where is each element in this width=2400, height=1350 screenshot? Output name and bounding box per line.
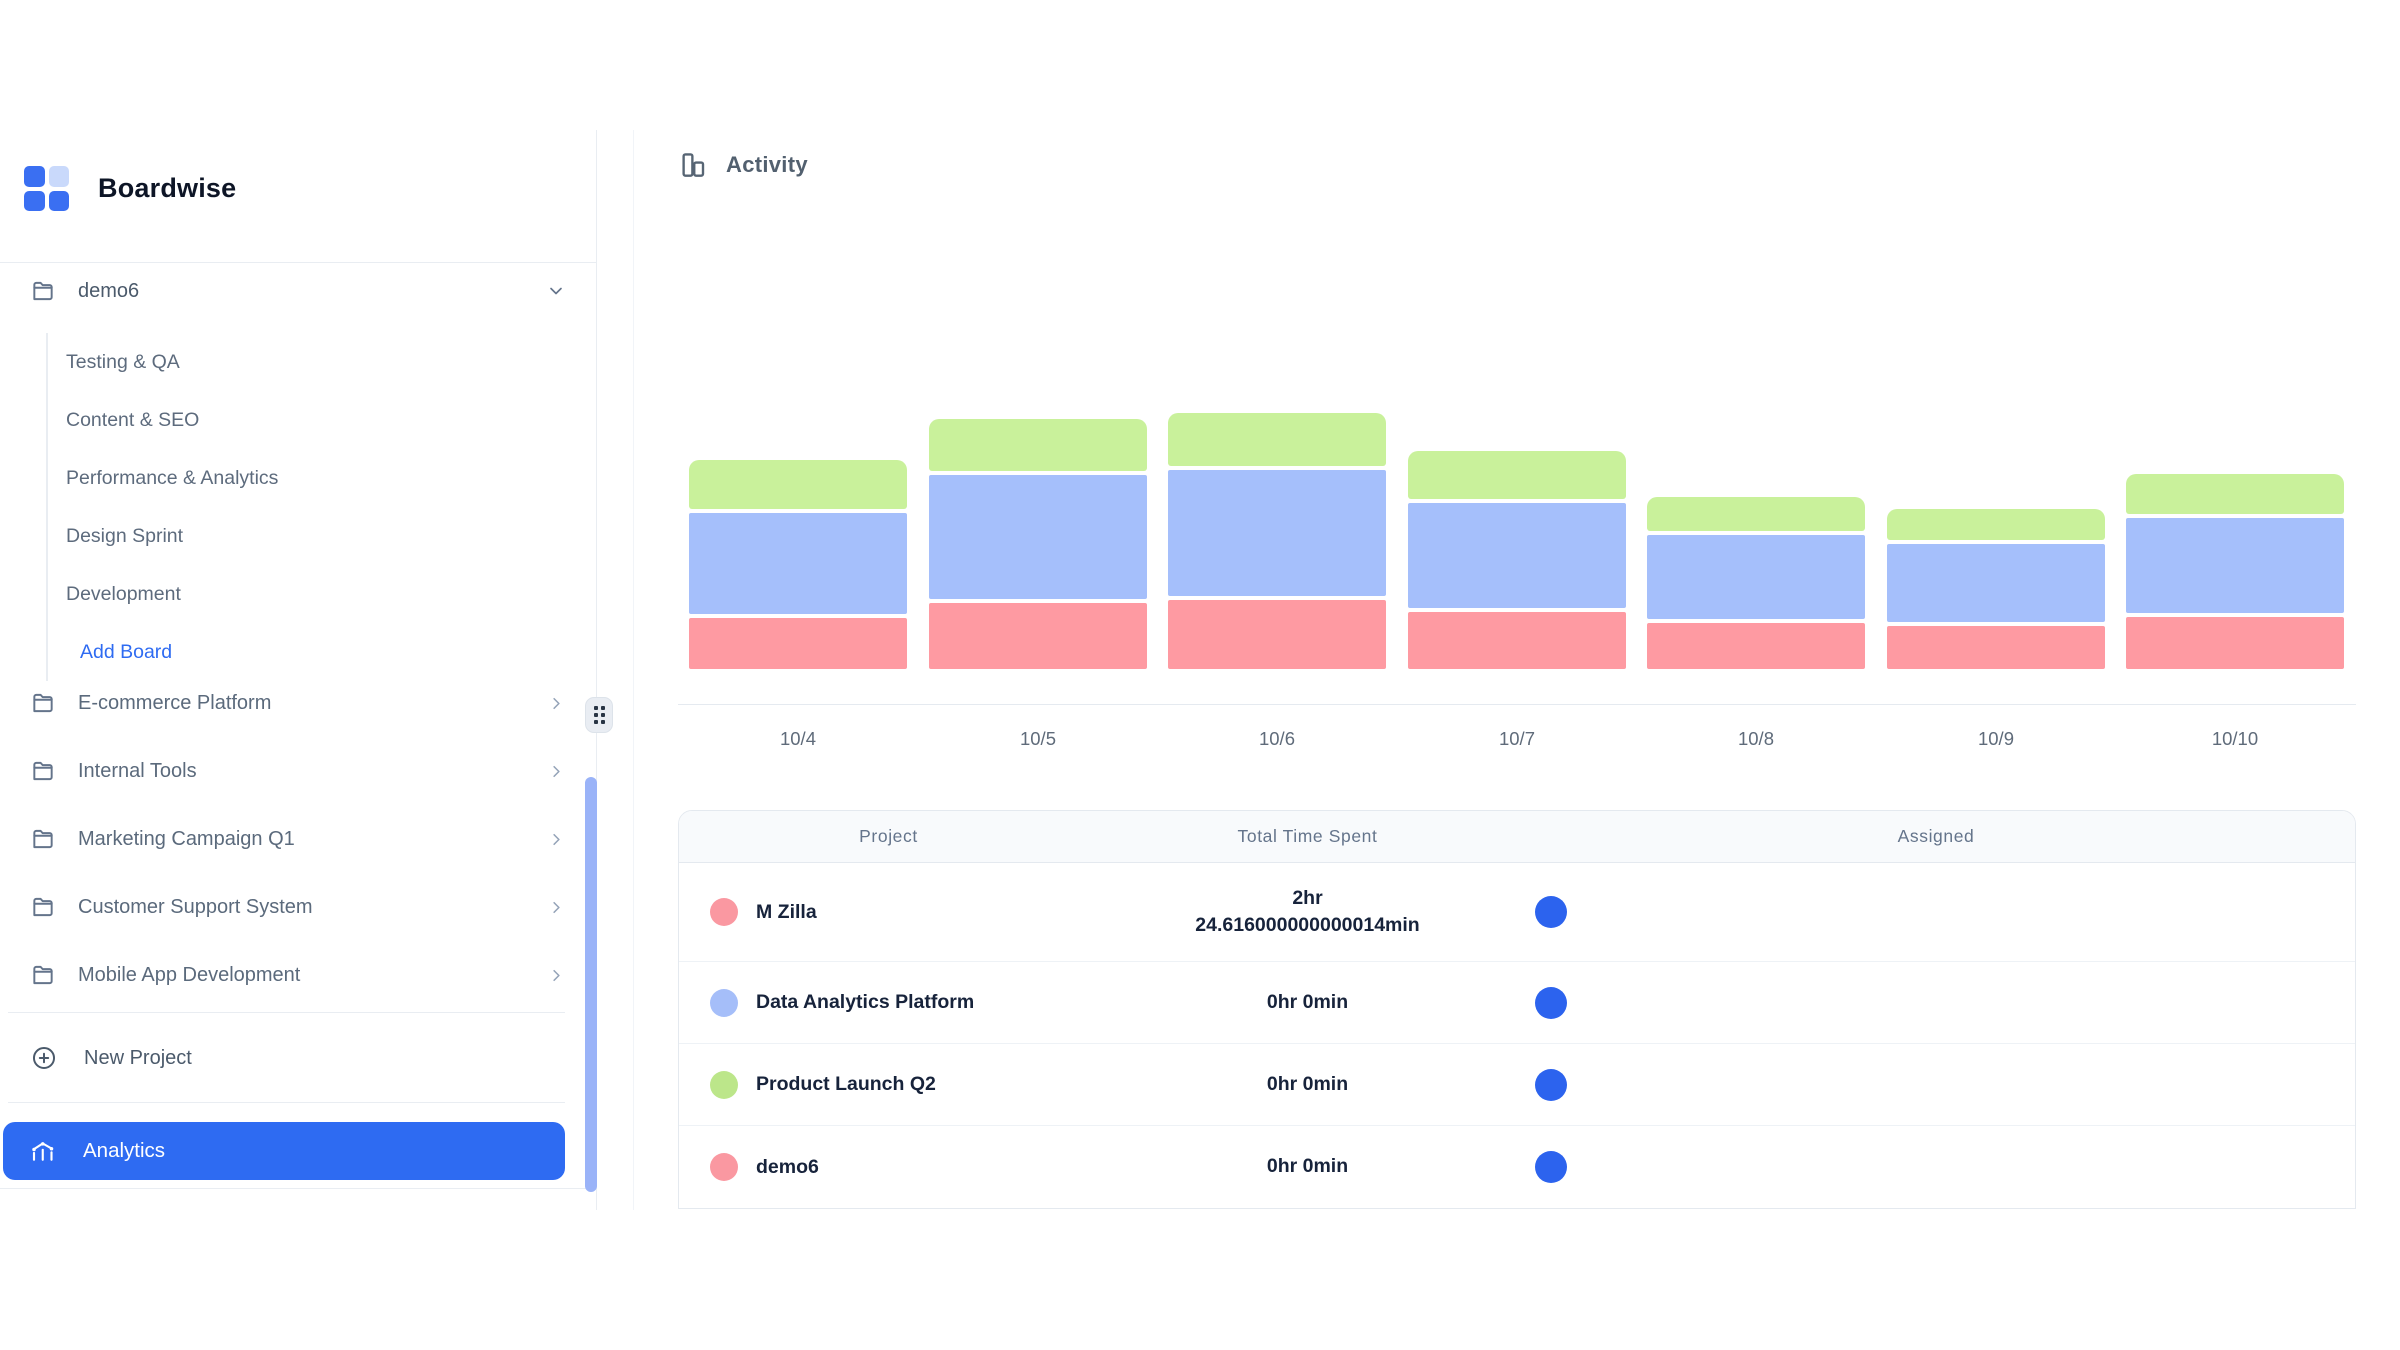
chevron-right-icon xyxy=(547,694,566,713)
assignee-avatar[interactable] xyxy=(1535,1069,1567,1101)
board-item-development[interactable]: Development xyxy=(66,565,546,623)
time-spent-table: Project Total Time Spent Assigned M Zill… xyxy=(678,810,2356,1209)
sidebar-item-internal-tools[interactable]: Internal Tools xyxy=(30,737,566,805)
bar-chart-icon xyxy=(678,150,708,180)
x-tick-label: 10/9 xyxy=(1887,728,2105,750)
sidebar-item-ecommerce-platform[interactable]: E-commerce Platform xyxy=(30,669,566,737)
folder-icon xyxy=(30,758,56,784)
board-item-testing-qa[interactable]: Testing & QA xyxy=(66,333,546,391)
table-row: Data Analytics Platform 0hr 0min xyxy=(679,962,2355,1044)
divider xyxy=(0,262,596,263)
new-project-label: New Project xyxy=(84,1047,192,1070)
sidebar-item-label: Internal Tools xyxy=(78,760,197,783)
total-time-value: 0hr 0min xyxy=(1267,1071,1348,1098)
plus-circle-icon xyxy=(30,1044,58,1072)
project-name: Product Launch Q2 xyxy=(756,1073,936,1096)
table-row: demo6 0hr 0min xyxy=(679,1126,2355,1208)
main-content-left-edge xyxy=(633,130,634,1210)
activity-chart: 10/4 10/5 10/6 10/7 10/8 10/9 10/10 xyxy=(678,400,2356,760)
project-name: demo6 xyxy=(756,1156,819,1179)
sidebar-item-label: Marketing Campaign Q1 xyxy=(78,828,295,851)
project-color-dot xyxy=(710,1153,738,1181)
total-time-value: 0hr 0min xyxy=(1267,989,1348,1016)
assignee-avatar[interactable] xyxy=(1535,896,1567,928)
stacked-bar-10-8[interactable] xyxy=(1647,497,1865,669)
table-row: Product Launch Q2 0hr 0min xyxy=(679,1044,2355,1126)
app-screen: Boardwise demo6 Testing & QA Content & S… xyxy=(0,0,2400,1350)
stacked-bar-10-6[interactable] xyxy=(1168,413,1386,669)
assignee-avatar[interactable] xyxy=(1535,1151,1567,1183)
sidebar-item-demo6[interactable]: demo6 xyxy=(30,268,566,314)
board-item-content-seo[interactable]: Content & SEO xyxy=(66,391,546,449)
project-name: Data Analytics Platform xyxy=(756,991,974,1014)
brand: Boardwise xyxy=(24,166,236,211)
chevron-right-icon xyxy=(547,762,566,781)
new-project-button[interactable]: New Project xyxy=(30,1032,550,1084)
sidebar-item-label: Mobile App Development xyxy=(78,964,300,987)
add-board-label: Add Board xyxy=(80,641,172,664)
analytics-chart-icon xyxy=(29,1136,59,1166)
x-tick-label: 10/6 xyxy=(1168,728,1386,750)
folder-icon xyxy=(30,278,56,304)
folder-icon xyxy=(30,894,56,920)
chevron-right-icon xyxy=(547,898,566,917)
chart-bars xyxy=(678,400,2356,669)
divider xyxy=(8,1012,565,1013)
board-item-label: Testing & QA xyxy=(66,351,180,374)
sidebar-item-customer-support-system[interactable]: Customer Support System xyxy=(30,873,566,941)
project-name: M Zilla xyxy=(756,901,817,924)
divider xyxy=(8,1102,565,1103)
project-list: E-commerce Platform Internal Tools Marke… xyxy=(30,669,566,1009)
x-tick-label: 10/10 xyxy=(2126,728,2344,750)
board-item-label: Development xyxy=(66,583,181,606)
chevron-down-icon xyxy=(546,281,566,301)
x-tick-label: 10/8 xyxy=(1647,728,1865,750)
stacked-bar-10-10[interactable] xyxy=(2126,474,2344,669)
boardwise-logo-icon xyxy=(24,166,69,211)
total-time-value: 0hr 0min xyxy=(1267,1153,1348,1180)
board-item-label: Performance & Analytics xyxy=(66,467,278,490)
x-axis-line xyxy=(678,704,2356,705)
sidebar-resize-grip[interactable] xyxy=(585,697,613,733)
stacked-bar-10-7[interactable] xyxy=(1408,451,1626,669)
stacked-bar-10-5[interactable] xyxy=(929,419,1147,669)
board-item-label: Design Sprint xyxy=(66,525,183,548)
folder-icon xyxy=(30,690,56,716)
sidebar-scrollbar-thumb[interactable] xyxy=(585,777,597,1192)
folder-icon xyxy=(30,962,56,988)
project-color-dot xyxy=(710,989,738,1017)
divider xyxy=(0,1188,596,1189)
project-color-dot xyxy=(710,1071,738,1099)
table-row: M Zilla 2hr 24.616000000000014min xyxy=(679,863,2355,962)
project-color-dot xyxy=(710,898,738,926)
analytics-label: Analytics xyxy=(83,1139,165,1163)
table-header: Project Total Time Spent Assigned xyxy=(679,811,2355,863)
assignee-avatar[interactable] xyxy=(1535,987,1567,1019)
page-title-label: Activity xyxy=(726,152,808,178)
x-tick-label: 10/7 xyxy=(1408,728,1626,750)
sidebar-item-label: demo6 xyxy=(78,280,139,303)
sidebar-item-mobile-app-development[interactable]: Mobile App Development xyxy=(30,941,566,1009)
sidebar-item-marketing-campaign-q1[interactable]: Marketing Campaign Q1 xyxy=(30,805,566,873)
x-tick-label: 10/5 xyxy=(929,728,1147,750)
board-list: Testing & QA Content & SEO Performance &… xyxy=(46,333,546,681)
board-item-design-sprint[interactable]: Design Sprint xyxy=(66,507,546,565)
x-tick-label: 10/4 xyxy=(689,728,907,750)
board-item-label: Content & SEO xyxy=(66,409,199,432)
folder-icon xyxy=(30,826,56,852)
column-header-total-time-spent: Total Time Spent xyxy=(1098,826,1517,847)
chevron-right-icon xyxy=(547,830,566,849)
column-header-assigned: Assigned xyxy=(1517,826,2355,847)
column-header-project: Project xyxy=(679,826,1098,847)
page-title: Activity xyxy=(678,150,808,180)
stacked-bar-10-4[interactable] xyxy=(689,460,907,669)
sidebar-item-label: E-commerce Platform xyxy=(78,692,271,715)
brand-name: Boardwise xyxy=(98,173,236,204)
stacked-bar-10-9[interactable] xyxy=(1887,509,2105,669)
sidebar-item-analytics[interactable]: Analytics xyxy=(3,1122,565,1180)
board-item-performance-analytics[interactable]: Performance & Analytics xyxy=(66,449,546,507)
chevron-right-icon xyxy=(547,966,566,985)
sidebar-item-label: Customer Support System xyxy=(78,896,313,919)
total-time-value: 2hr 24.616000000000014min xyxy=(1183,885,1433,940)
